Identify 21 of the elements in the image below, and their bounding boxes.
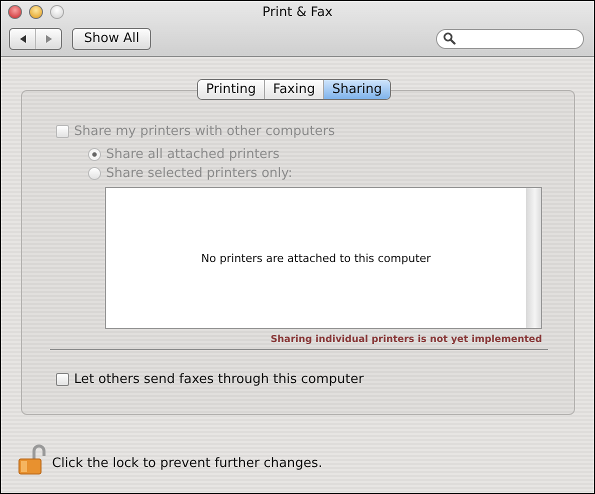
lock-message: Click the lock to prevent further changes. <box>52 456 322 470</box>
checkbox-label: Share my printers with other computers <box>74 124 335 139</box>
checkbox[interactable] <box>56 373 69 386</box>
close-button[interactable] <box>8 5 22 19</box>
open-lock-icon[interactable] <box>18 443 46 475</box>
right-triangle-icon <box>44 34 54 44</box>
show-all-button[interactable]: Show All <box>72 28 152 50</box>
zoom-button[interactable] <box>50 5 64 19</box>
window-title: Print & Fax <box>262 4 333 20</box>
tab[interactable]: Faxing <box>264 80 324 99</box>
tab[interactable]: Printing <box>198 80 264 99</box>
tab[interactable]: Sharing <box>323 80 390 99</box>
radio-label: Share all attached printers <box>106 147 280 162</box>
minimize-button[interactable] <box>29 5 43 19</box>
search-icon <box>443 32 456 45</box>
empty-message: No printers are attached to this computer <box>201 252 431 264</box>
search-field[interactable] <box>436 28 584 48</box>
warning-text: Sharing individual printers is not yet implemented <box>270 334 542 345</box>
left-triangle-icon <box>18 34 28 44</box>
radio-label: Share selected printers only: <box>106 166 292 181</box>
checkbox-label: Let others send faxes through this computer <box>74 372 364 387</box>
